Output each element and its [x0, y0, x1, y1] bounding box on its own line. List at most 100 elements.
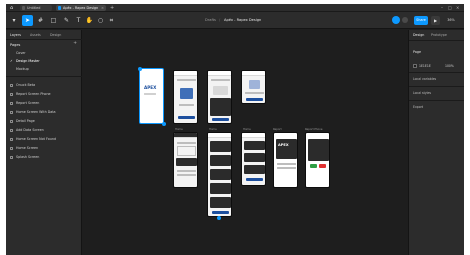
- move-tool-icon[interactable]: ➤: [22, 15, 33, 26]
- frame-splash-screen[interactable]: APEX: [139, 68, 164, 124]
- home-icon[interactable]: ⌂: [10, 5, 16, 11]
- layer-label: Home Screen With Data: [16, 110, 56, 114]
- frame-add-data[interactable]: [241, 70, 266, 104]
- selection-handle[interactable]: [217, 216, 221, 220]
- canvas[interactable]: APEX Home Home Home Report APEX Report P…: [83, 30, 407, 255]
- frame-home-screen[interactable]: [207, 132, 232, 217]
- data-card: [244, 165, 265, 174]
- tab-untitled[interactable]: Untitled: [20, 5, 52, 11]
- data-card: [210, 197, 231, 208]
- page-opacity-value[interactable]: 100%: [445, 64, 454, 68]
- frame-icon: [10, 129, 13, 132]
- dev-mode-icon[interactable]: ⌗: [107, 15, 116, 26]
- frame-home-with-data[interactable]: [207, 70, 232, 124]
- text-line: [277, 163, 296, 165]
- page-item-mockup[interactable]: Mockup: [10, 66, 78, 73]
- frame-report-screen[interactable]: APEX: [273, 132, 298, 188]
- data-card: [244, 153, 265, 162]
- cta-button: [246, 98, 263, 101]
- present-button[interactable]: ▶: [431, 16, 440, 25]
- tab-layers[interactable]: Layers: [10, 30, 21, 40]
- cta-button: [212, 118, 229, 121]
- layer-item[interactable]: Home Screen With Data: [10, 109, 78, 116]
- layer-item[interactable]: Add Data Screen: [10, 127, 78, 134]
- report-card: [308, 139, 329, 161]
- breadcrumb-separator: /: [219, 18, 221, 22]
- close-icon[interactable]: ×: [101, 5, 104, 11]
- layer-item[interactable]: Report Screen: [10, 100, 78, 107]
- data-card: [210, 155, 231, 166]
- frame-icon: [10, 102, 13, 105]
- new-tab-icon[interactable]: +: [110, 4, 114, 12]
- accept-button: [310, 164, 317, 168]
- page-item-cover[interactable]: Cover: [10, 50, 78, 57]
- layer-item[interactable]: Home Screen Not Found: [10, 136, 78, 143]
- layer-item[interactable]: Splash Screen: [10, 154, 78, 161]
- selection-handle[interactable]: [162, 122, 166, 126]
- local-styles-link[interactable]: Local styles: [413, 91, 431, 95]
- frame-detail-page[interactable]: [173, 132, 198, 188]
- reject-button: [319, 164, 326, 168]
- layer-label: Report Screen Phone: [16, 92, 51, 96]
- layer-item[interactable]: Home Screen: [10, 145, 78, 152]
- breadcrumb-drafts[interactable]: Drafts: [205, 12, 216, 29]
- layer-item[interactable]: Detail Page: [10, 118, 78, 125]
- tab-prototype[interactable]: Prototype: [431, 30, 447, 40]
- frame-label: Report Phone: [305, 128, 323, 131]
- tab-design[interactable]: Design: [50, 30, 61, 40]
- add-page-icon[interactable]: +: [73, 41, 77, 46]
- avatar[interactable]: [392, 16, 400, 24]
- page-section-label: Page: [413, 50, 421, 54]
- cta-button: [212, 211, 229, 214]
- frame-tool-icon[interactable]: #: [35, 15, 46, 26]
- tab-assets[interactable]: Assets: [30, 30, 41, 40]
- text-line: [144, 93, 156, 95]
- divider: [409, 40, 464, 41]
- tab-rapex-design[interactable]: Apéx - Rapex Design ×: [56, 5, 106, 11]
- page-item-design-master[interactable]: ✓ Design Master: [10, 58, 78, 65]
- layer-item[interactable]: Report Screen Phone: [10, 91, 78, 98]
- share-button[interactable]: Share: [414, 16, 428, 25]
- local-variables-link[interactable]: Local variables: [413, 77, 436, 81]
- tab-design[interactable]: Design: [413, 30, 424, 40]
- text-tool-icon[interactable]: T: [74, 15, 83, 26]
- layer-item[interactable]: Onuck Beta: [10, 82, 78, 89]
- comment-tool-icon[interactable]: ○: [96, 15, 105, 26]
- frame-icon: [10, 138, 13, 141]
- frame-label: Report: [273, 128, 282, 131]
- layer-label: Home Screen Not Found: [16, 137, 57, 141]
- frame-home-screen-2[interactable]: [241, 132, 266, 186]
- tab-label: Apéx - Rapex Design: [63, 6, 99, 10]
- layers-panel: Layers Assets Design Pages + Cover ✓ Des…: [6, 30, 82, 255]
- breadcrumb-file[interactable]: Apéx - Rapex Design: [224, 12, 261, 29]
- text-line: [177, 142, 196, 144]
- frame-report-screen-phone[interactable]: [305, 132, 330, 188]
- data-card: [210, 183, 231, 194]
- divider: [6, 76, 82, 77]
- brand-logo: APEX: [278, 143, 289, 147]
- selection-handle[interactable]: [138, 67, 142, 71]
- main-menu-icon[interactable]: ▾: [9, 15, 19, 26]
- hand-tool-icon[interactable]: ✋: [85, 15, 94, 26]
- text-line: [179, 104, 194, 106]
- shape-tool-icon[interactable]: □: [48, 15, 59, 26]
- chevron-down-icon[interactable]: [402, 17, 408, 23]
- maximize-icon[interactable]: □: [448, 4, 452, 12]
- minimize-icon[interactable]: –: [441, 4, 443, 12]
- divider: [409, 86, 464, 87]
- frame-icon: [10, 147, 13, 150]
- left-panel-tabs: Layers Assets Design: [6, 30, 82, 40]
- pen-tool-icon[interactable]: ✎: [61, 15, 72, 26]
- layer-label: Detail Page: [16, 119, 35, 123]
- properties-panel: Design Prototype Page 1E1E1E 100% Local …: [408, 30, 464, 255]
- grid-icon: [21, 6, 26, 10]
- page-color-value[interactable]: 1E1E1E: [419, 64, 431, 68]
- zoom-dropdown[interactable]: 36%: [442, 16, 460, 25]
- data-card: [210, 141, 231, 152]
- window-close-icon[interactable]: ×: [456, 4, 459, 12]
- page-color-swatch[interactable]: [413, 64, 417, 68]
- frame-home-not-found[interactable]: [173, 70, 198, 124]
- illustration: [249, 80, 260, 89]
- frame-icon: [10, 120, 13, 123]
- export-section[interactable]: Export: [413, 105, 423, 109]
